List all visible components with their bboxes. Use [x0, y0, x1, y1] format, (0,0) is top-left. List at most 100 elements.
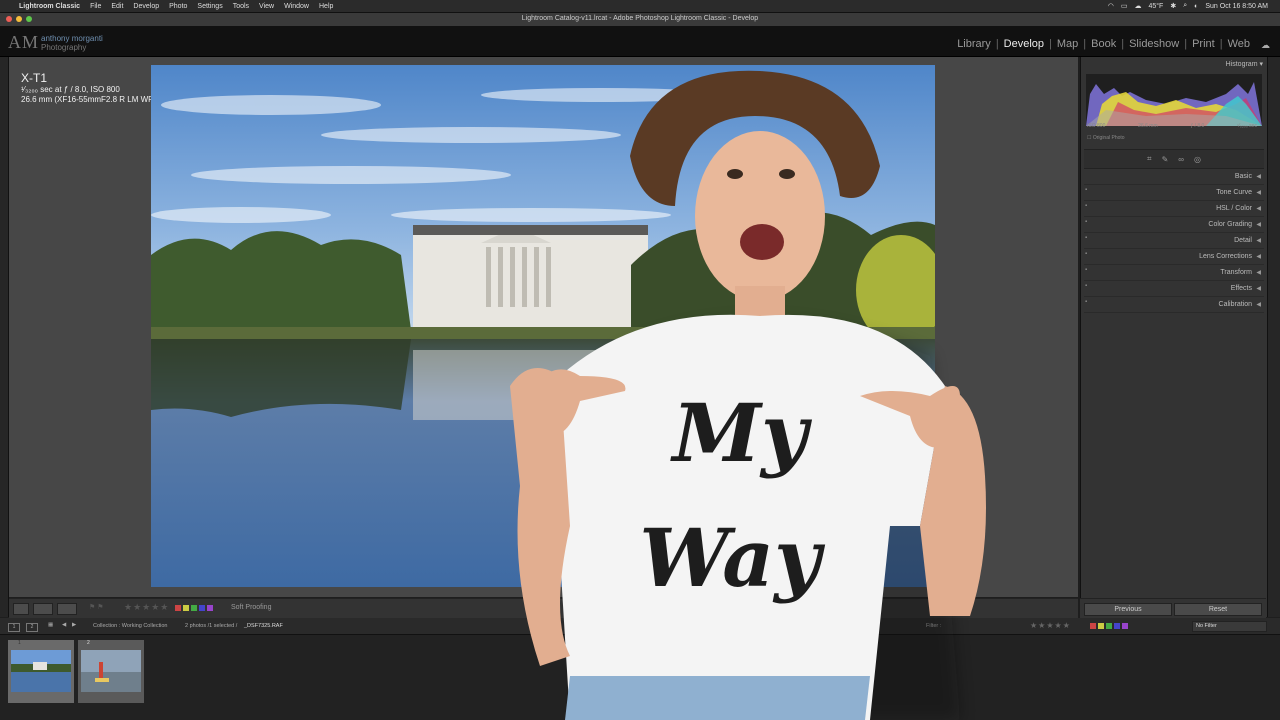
window-titlebar: Lightroom Catalog-v11.lrcat - Adobe Phot… [0, 13, 1280, 27]
label-purple[interactable] [207, 605, 213, 611]
panel-color-grading[interactable]: ▪ Color Grading ◀ [1084, 217, 1264, 233]
panel-lens-corrections[interactable]: ▪ Lens Corrections ◀ [1084, 249, 1264, 265]
label-yellow[interactable] [183, 605, 189, 611]
filmstrip-filename[interactable]: _DSF7325.RAF [244, 623, 283, 629]
left-panel-collapsed[interactable] [0, 57, 9, 617]
before-after-button[interactable] [57, 603, 77, 615]
filter-label-purple[interactable] [1122, 623, 1128, 629]
reset-button[interactable]: Reset [1174, 603, 1262, 616]
search-icon[interactable]: ⌕ [1183, 2, 1187, 10]
menu-window[interactable]: Window [284, 3, 309, 10]
module-separator: | [1219, 38, 1223, 50]
collapse-arrow-icon: ◀ [1256, 222, 1261, 228]
panel-detail[interactable]: ▪ Detail ◀ [1084, 233, 1264, 249]
label-blue[interactable] [199, 605, 205, 611]
identity-plate[interactable]: AM anthony morganti Photography [8, 32, 103, 53]
menu-help[interactable]: Help [319, 3, 333, 10]
compare-view-button[interactable] [33, 603, 53, 615]
grid-view-icon[interactable]: ▦ [48, 622, 53, 628]
panel-switch-icon[interactable]: ▪ [1085, 187, 1087, 193]
red-eye-tool-icon[interactable]: ∞ [1178, 155, 1184, 164]
second-screen-button[interactable]: 2 [26, 623, 38, 632]
collapse-arrow-icon: ◀ [1256, 238, 1261, 244]
panel-label: Basic [1234, 173, 1252, 180]
lens-info: 26.6 mm (XF16-55mmF2.8 R LM WR) [21, 95, 157, 104]
module-book[interactable]: Book [1091, 38, 1116, 50]
filter-color-labels [1090, 623, 1128, 629]
module-separator: | [1083, 38, 1087, 50]
wifi-icon[interactable]: ◠ [1108, 2, 1114, 10]
cloud-sync-icon[interactable]: ☁ [1261, 40, 1270, 51]
bluetooth-icon[interactable]: ✱ [1170, 2, 1176, 10]
thumbnail-1[interactable]: 1 [8, 640, 74, 703]
thumbnail-2[interactable]: 2 [78, 640, 144, 703]
thumbnail-number: 1 [18, 640, 21, 646]
crop-tool-icon[interactable]: ⌗ [1147, 154, 1152, 164]
trees-reflection [151, 339, 411, 417]
panel-switch-icon[interactable]: ▪ [1085, 251, 1087, 257]
menu-file[interactable]: File [90, 3, 101, 10]
panel-label: Color Grading [1208, 221, 1252, 228]
menu-view[interactable]: View [259, 3, 274, 10]
panel-label: Lens Corrections [1199, 253, 1252, 260]
panel-tone-curve[interactable]: ▪ Tone Curve ◀ [1084, 185, 1264, 201]
filter-star-rating[interactable]: ★★★★★ [1030, 621, 1071, 630]
logo-name: anthony morganti [41, 33, 103, 43]
filter-label-red[interactable] [1090, 623, 1096, 629]
menu-settings[interactable]: Settings [197, 3, 222, 10]
histogram-header[interactable]: Histogram ▾ [1226, 60, 1263, 68]
masking-tool-icon[interactable]: ◎ [1194, 155, 1201, 164]
previous-button[interactable]: Previous [1084, 603, 1172, 616]
hist-shutter: ¹⁄₃₂₀₀ sec [1237, 123, 1257, 129]
healing-tool-icon[interactable]: ✎ [1162, 155, 1169, 164]
filter-label-blue[interactable] [1114, 623, 1120, 629]
loupe-view-button[interactable] [13, 603, 29, 615]
original-photo-checkbox[interactable]: ☐ Original Photo [1087, 135, 1125, 141]
back-icon[interactable]: ◀ [62, 622, 66, 628]
panel-switch-icon[interactable]: ▪ [1085, 203, 1087, 209]
weather-icon[interactable]: ☁ [1134, 2, 1141, 10]
menu-develop[interactable]: Develop [133, 3, 159, 10]
filmstrip-count: 2 photos /1 selected / [185, 623, 238, 629]
panel-switch-icon[interactable]: ▪ [1085, 235, 1087, 241]
hist-focal: 26.6 mm [1138, 123, 1158, 129]
panel-hsl-color[interactable]: ▪ HSL / Color ◀ [1084, 201, 1264, 217]
main-screen-button[interactable]: 1 [8, 623, 20, 632]
panel-switch-icon[interactable]: ▪ [1085, 299, 1087, 305]
label-red[interactable] [175, 605, 181, 611]
menu-photo[interactable]: Photo [169, 3, 187, 10]
filmstrip-source[interactable]: Collection : Working Collection [93, 623, 168, 629]
control-center-icon[interactable]: ◐ [1194, 3, 1198, 10]
module-print[interactable]: Print [1192, 38, 1215, 50]
weather-temp[interactable]: 45°F [1148, 3, 1163, 10]
menu-tools[interactable]: Tools [233, 3, 249, 10]
app-menu[interactable]: Lightroom Classic [19, 3, 80, 10]
module-map[interactable]: Map [1057, 38, 1078, 50]
panel-transform[interactable]: ▪ Transform ◀ [1084, 265, 1264, 281]
filter-label-yellow[interactable] [1098, 623, 1104, 629]
battery-icon[interactable]: ▭ [1121, 2, 1128, 10]
panel-basic[interactable]: Basic ◀ [1084, 169, 1264, 185]
histogram[interactable] [1086, 74, 1262, 126]
collapse-arrow-icon: ◀ [1256, 174, 1261, 180]
panel-switch-icon[interactable]: ▪ [1085, 267, 1087, 273]
label-green[interactable] [191, 605, 197, 611]
filter-label-green[interactable] [1106, 623, 1112, 629]
filter-preset-dropdown[interactable]: No Filter [1192, 621, 1267, 632]
forward-icon[interactable]: ▶ [72, 622, 76, 628]
flag-icon[interactable]: ⚑ ⚑ [89, 603, 104, 611]
panel-switch-icon[interactable]: ▪ [1085, 283, 1087, 289]
soft-proofing-toggle[interactable]: Soft Proofing [231, 604, 271, 611]
module-develop[interactable]: Develop [1004, 38, 1044, 50]
star-rating[interactable]: ★★★★★ [124, 602, 169, 613]
menu-edit[interactable]: Edit [111, 3, 123, 10]
clock[interactable]: Sun Oct 16 8:50 AM [1205, 3, 1268, 10]
panel-calibration[interactable]: ▪ Calibration ◀ [1084, 297, 1264, 313]
panel-effects[interactable]: ▪ Effects ◀ [1084, 281, 1264, 297]
right-panel-edge[interactable] [1267, 57, 1280, 617]
module-library[interactable]: Library [957, 38, 991, 50]
module-web[interactable]: Web [1228, 38, 1250, 50]
panel-switch-icon[interactable]: ▪ [1085, 219, 1087, 225]
color-labels [175, 605, 213, 611]
module-slideshow[interactable]: Slideshow [1129, 38, 1179, 50]
